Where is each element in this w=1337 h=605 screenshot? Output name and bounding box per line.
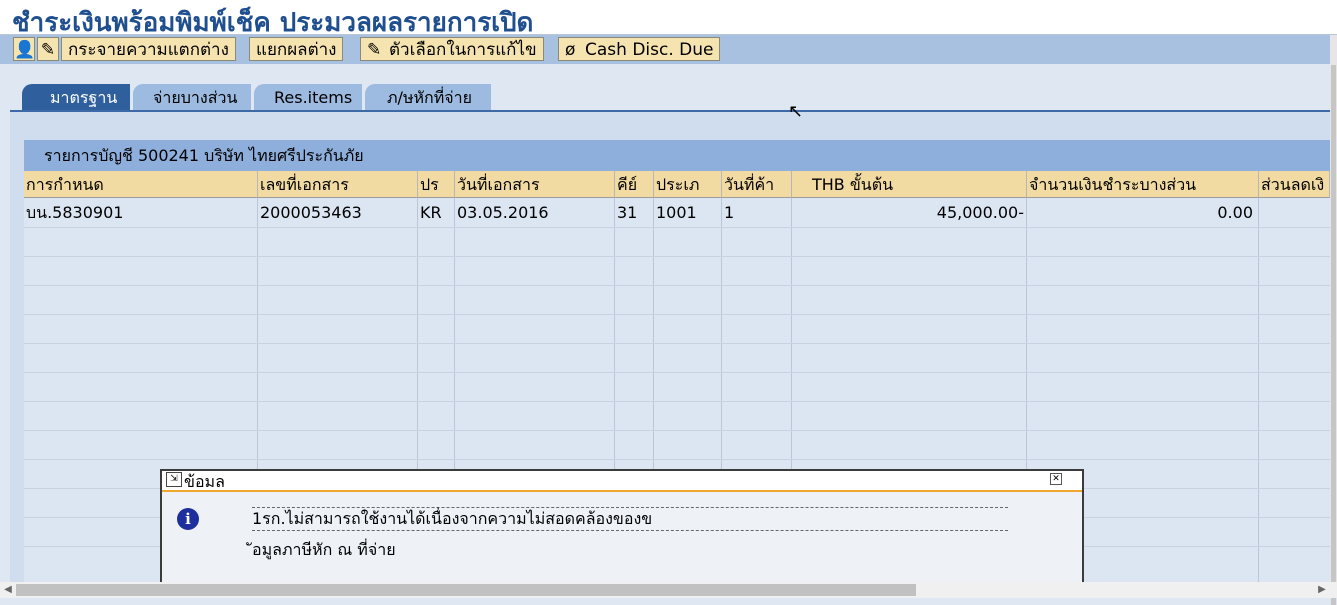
column-header-partial-payment-amount[interactable]: จำนวนเงินชำระบางส่วน [1027, 171, 1259, 198]
cell-posting-key[interactable]: 31 [615, 199, 653, 227]
table-title: รายการบัญชี 500241 บริษัท ไทยศรีประกันภั… [24, 140, 1330, 171]
title-bar: ชำระเงินพร้อมพิมพ์เช็ค ประมวลผลรายการเปิ… [0, 0, 1337, 38]
column-header-posting-key[interactable]: คีย์ [615, 171, 654, 198]
row-divider [24, 372, 1330, 373]
row-divider [24, 285, 1330, 286]
split-difference-button[interactable]: แยกผลต่าง [249, 37, 344, 61]
diameter-icon: ø [565, 40, 576, 60]
row-divider [24, 227, 1330, 228]
horizontal-scrollbar-thumb[interactable] [16, 584, 916, 596]
vertical-scrollbar[interactable] [1330, 35, 1337, 605]
information-dialog: ⇲ ข้อมล ✕ i 1รก.ไม่สามารถใช้งานได้เนื่อง… [160, 469, 1084, 582]
cell-document-date[interactable]: 03.05.2016 [455, 199, 614, 227]
row-divider [24, 459, 1330, 460]
tab-strip: มาตรฐาน จ่ายบางส่วน Res.items ภ/ษหักที่จ… [0, 64, 1330, 112]
cell-assignment[interactable]: บน.5830901 [24, 199, 257, 227]
info-icon: i [177, 508, 199, 530]
tab-standard[interactable]: มาตรฐาน [22, 84, 130, 111]
close-icon[interactable]: ✕ [1050, 473, 1062, 485]
distribute-difference-button[interactable]: กระจายความแตกต่าง [61, 37, 236, 61]
cash-disc-due-label: Cash Disc. Due [585, 40, 714, 60]
cell-partial-payment-amount[interactable]: 0.00 [1027, 199, 1255, 227]
row-divider [24, 343, 1330, 344]
vertical-scrollbar-thumb[interactable] [1331, 65, 1336, 605]
column-header-cash-discount[interactable]: ส่วนลดเงิ [1259, 171, 1330, 198]
scroll-left-icon[interactable]: ◀ [0, 582, 16, 598]
dialog-message-line-2: ัอมูลภาษีหัก ณ ที่จ่าย [252, 540, 396, 559]
row-divider [24, 430, 1330, 431]
dialog-title-bar[interactable]: ⇲ ข้อมล ✕ [162, 471, 1082, 492]
cell-due-days[interactable]: 1 [722, 199, 791, 227]
horizontal-scrollbar[interactable]: ◀ ▶ [0, 582, 1337, 598]
column-header-document-date[interactable]: วันที่เอกสาร [455, 171, 615, 198]
tab-partial-payment[interactable]: จ่ายบางส่วน [133, 84, 251, 111]
column-header-due-days[interactable]: วันที่ค้า [722, 171, 792, 198]
cell-category[interactable]: 1001 [654, 199, 721, 227]
edit-options-label: ตัวเลือกในการแก้ไข [389, 40, 537, 60]
row-divider [24, 314, 1330, 315]
cell-document-number[interactable]: 2000053463 [258, 199, 417, 227]
row-divider [24, 256, 1330, 257]
column-header-gross-amount[interactable]: THB ขั้นต้น [792, 171, 1027, 198]
application-toolbar: 👤 ✎ กระจายความแตกต่าง แยกผลต่าง ✎ ตัวเลื… [0, 35, 1330, 64]
cell-type[interactable]: KR [418, 199, 454, 227]
column-header-type[interactable]: ปร [418, 171, 455, 198]
cell-gross-amount[interactable]: 45,000.00- [792, 199, 1026, 227]
dialog-message-line-1: 1รก.ไม่สามารถใช้งานได้เนื่องจากความไม่สอ… [252, 507, 1008, 531]
cash-disc-due-button[interactable]: ø Cash Disc. Due [558, 37, 721, 61]
tab-res-items[interactable]: Res.items [254, 84, 362, 111]
row-divider [24, 401, 1330, 402]
dialog-window-icon: ⇲ [166, 472, 182, 487]
pencil-icon: ✎ [367, 40, 382, 60]
person-icon[interactable]: 👤 [13, 37, 35, 61]
edit-icon[interactable]: ✎ [37, 37, 59, 61]
dialog-title: ข้อมล [184, 472, 225, 491]
column-header-assignment[interactable]: การกำหนด [24, 171, 258, 198]
scroll-right-icon[interactable]: ▶ [1314, 582, 1330, 598]
mouse-pointer-icon: ↖ [788, 101, 804, 122]
column-header-document-number[interactable]: เลขที่เอกสาร [258, 171, 418, 198]
cell-cash-discount[interactable] [1259, 199, 1330, 227]
column-header-category[interactable]: ประเภ [654, 171, 722, 198]
tab-withholding-tax[interactable]: ภ/ษหักที่จ่าย [365, 84, 491, 111]
edit-options-button[interactable]: ✎ ตัวเลือกในการแก้ไข [360, 37, 544, 61]
